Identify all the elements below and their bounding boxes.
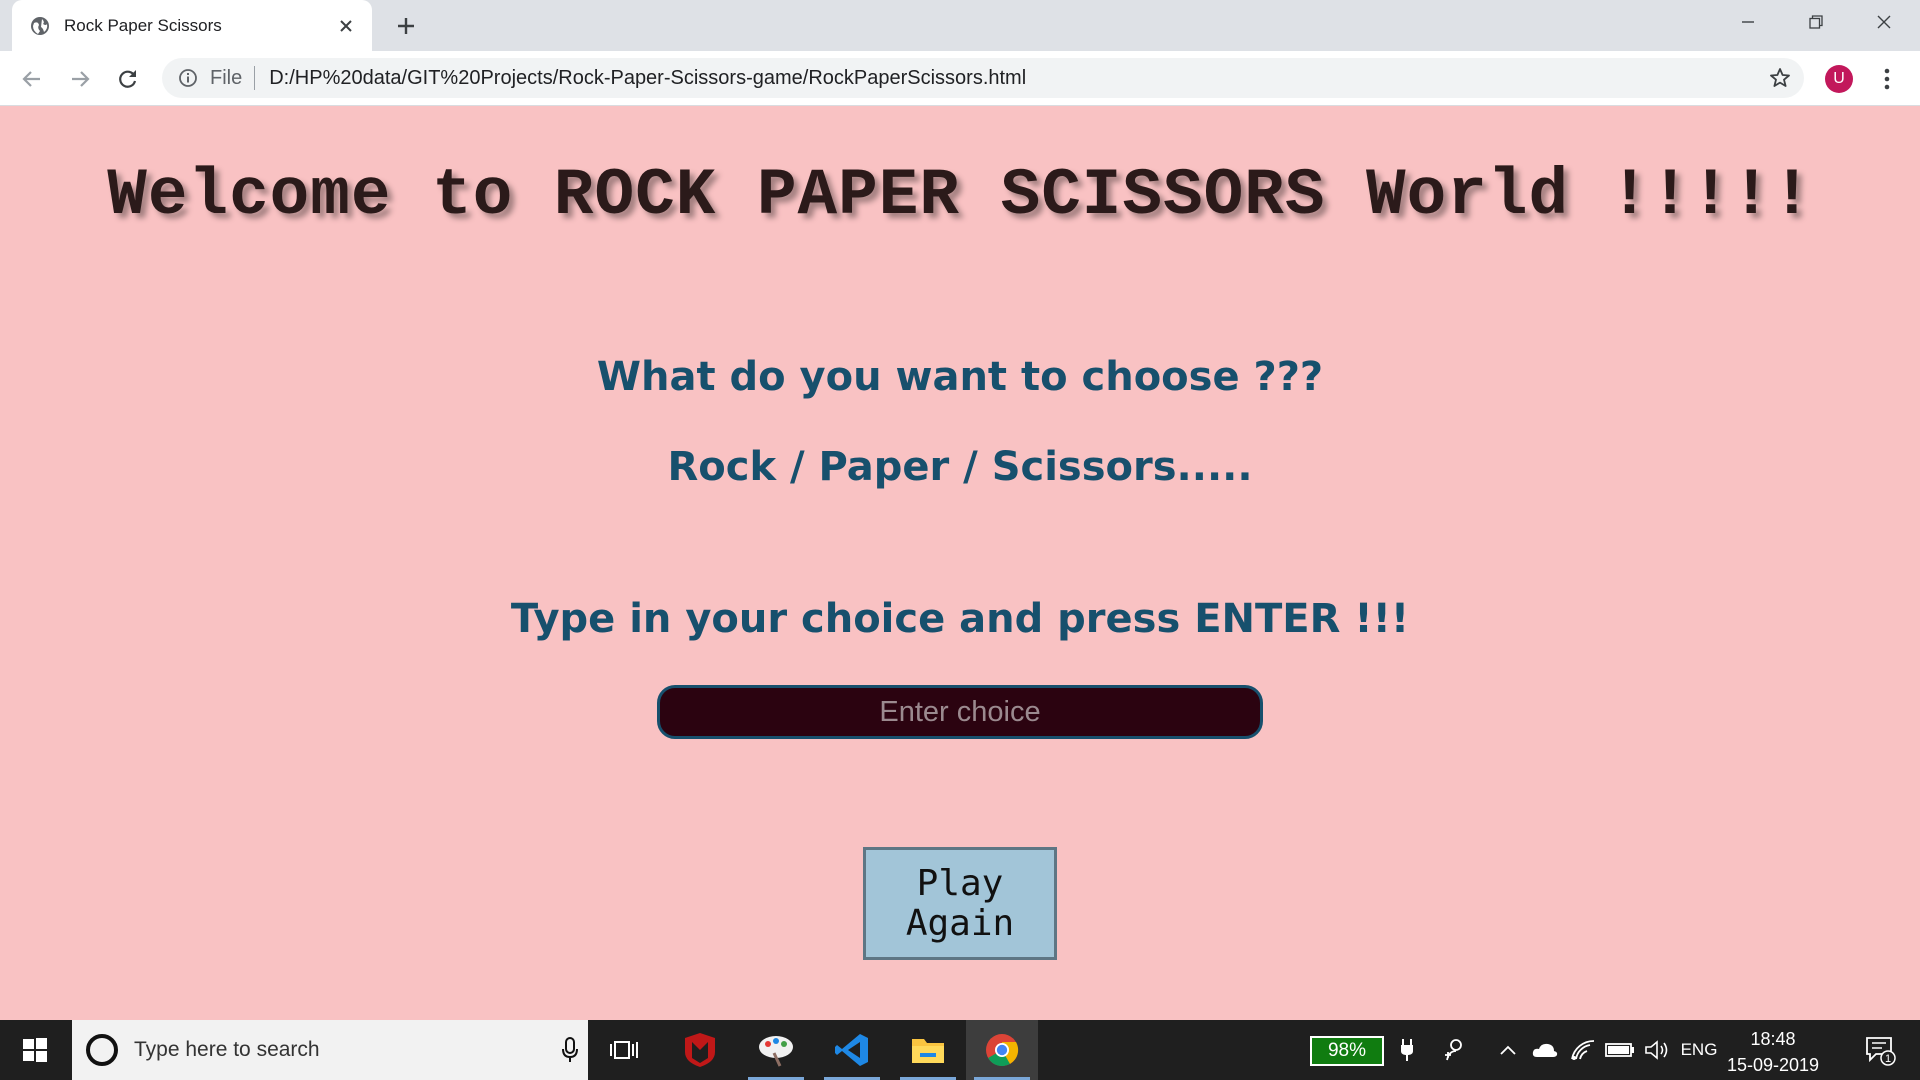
action-center-button[interactable]: 1: [1852, 1020, 1908, 1080]
browser-menu-button[interactable]: [1873, 65, 1901, 93]
taskbar-paint[interactable]: [740, 1020, 812, 1080]
taskbar-chrome[interactable]: [966, 1020, 1038, 1080]
volume-icon[interactable]: [1640, 1020, 1674, 1080]
play-again-button[interactable]: Play Again: [863, 847, 1057, 960]
close-window-button[interactable]: [1850, 0, 1918, 44]
battery-percent-badge[interactable]: 98%: [1310, 1036, 1384, 1066]
choice-question: What do you want to choose ???: [596, 354, 1324, 400]
reload-button[interactable]: [111, 62, 145, 96]
more-vertical-icon: [1884, 68, 1890, 90]
search-placeholder: Type here to search: [134, 1038, 320, 1061]
windows-taskbar: Type here to search 98% ENG 18:48 15-09-…: [0, 1020, 1920, 1080]
tab-rock-paper-scissors[interactable]: Rock Paper Scissors: [12, 0, 372, 51]
choice-options: Rock / Paper / Scissors.....: [667, 444, 1253, 490]
browser-toolbar: File D:/HP%20data/GIT%20Projects/Rock-Pa…: [0, 51, 1920, 106]
arrow-left-icon: [22, 71, 40, 87]
minimize-icon: [1742, 21, 1754, 23]
paint-palette-icon: [759, 1036, 793, 1067]
address-bar[interactable]: File D:/HP%20data/GIT%20Projects/Rock-Pa…: [162, 58, 1804, 98]
address-url[interactable]: D:/HP%20data/GIT%20Projects/Rock-Paper-S…: [269, 67, 1026, 90]
vscode-icon: [835, 1034, 868, 1066]
notification-icon: 1: [1866, 1037, 1896, 1066]
wifi-icon[interactable]: [1566, 1020, 1600, 1080]
bookmark-star-icon[interactable]: [1768, 66, 1792, 90]
taskbar-search-box[interactable]: Type here to search: [72, 1020, 588, 1080]
people-icon[interactable]: [1438, 1020, 1472, 1080]
cortana-icon: [86, 1034, 118, 1066]
taskbar-mcafee[interactable]: [664, 1020, 736, 1080]
start-button[interactable]: [0, 1020, 70, 1080]
globe-icon: [30, 16, 50, 36]
microphone-icon[interactable]: [552, 1032, 588, 1068]
arrow-right-icon: [72, 71, 90, 87]
language-indicator[interactable]: ENG: [1676, 1020, 1722, 1080]
forward-button[interactable]: [63, 62, 97, 96]
profile-avatar[interactable]: U: [1825, 65, 1853, 93]
info-icon[interactable]: [178, 68, 198, 88]
browser-tab-strip: Rock Paper Scissors: [0, 0, 1920, 51]
plug-icon[interactable]: [1392, 1020, 1422, 1080]
onedrive-cloud-icon[interactable]: [1528, 1020, 1562, 1080]
mcafee-shield-icon: [685, 1033, 715, 1067]
close-tab-icon[interactable]: [336, 16, 356, 36]
notification-count: 1: [1885, 1053, 1891, 1065]
taskbar-clock[interactable]: 18:48 15-09-2019: [1718, 1026, 1828, 1078]
taskbar-vscode[interactable]: [816, 1020, 888, 1080]
page-title: Welcome to ROCK PAPER SCISSORS World !!!…: [107, 158, 1813, 233]
game-page: Welcome to ROCK PAPER SCISSORS World !!!…: [0, 106, 1920, 1020]
clock-time: 18:48: [1750, 1029, 1796, 1049]
address-divider: [254, 66, 256, 90]
plus-icon: [398, 18, 414, 34]
minimize-button[interactable]: [1714, 0, 1782, 44]
chevron-up-icon[interactable]: [1494, 1020, 1522, 1080]
restore-button[interactable]: [1782, 0, 1850, 44]
restore-icon: [1809, 15, 1823, 29]
task-view-button[interactable]: [588, 1020, 660, 1080]
address-scheme: File: [210, 66, 243, 89]
folder-icon: [912, 1039, 944, 1063]
taskbar-file-explorer[interactable]: [892, 1020, 964, 1080]
chrome-icon: [986, 1034, 1019, 1067]
back-button[interactable]: [15, 62, 49, 96]
windows-logo-icon: [23, 1038, 47, 1062]
battery-icon[interactable]: [1602, 1020, 1638, 1080]
close-icon: [1877, 15, 1891, 29]
reload-icon: [119, 70, 137, 88]
choice-input[interactable]: [657, 685, 1263, 739]
new-tab-button[interactable]: [392, 12, 420, 40]
tab-title: Rock Paper Scissors: [64, 15, 222, 35]
choice-instruction: Type in your choice and press ENTER !!!: [510, 596, 1410, 642]
task-view-icon: [610, 1041, 638, 1059]
clock-date: 15-09-2019: [1726, 1055, 1820, 1075]
